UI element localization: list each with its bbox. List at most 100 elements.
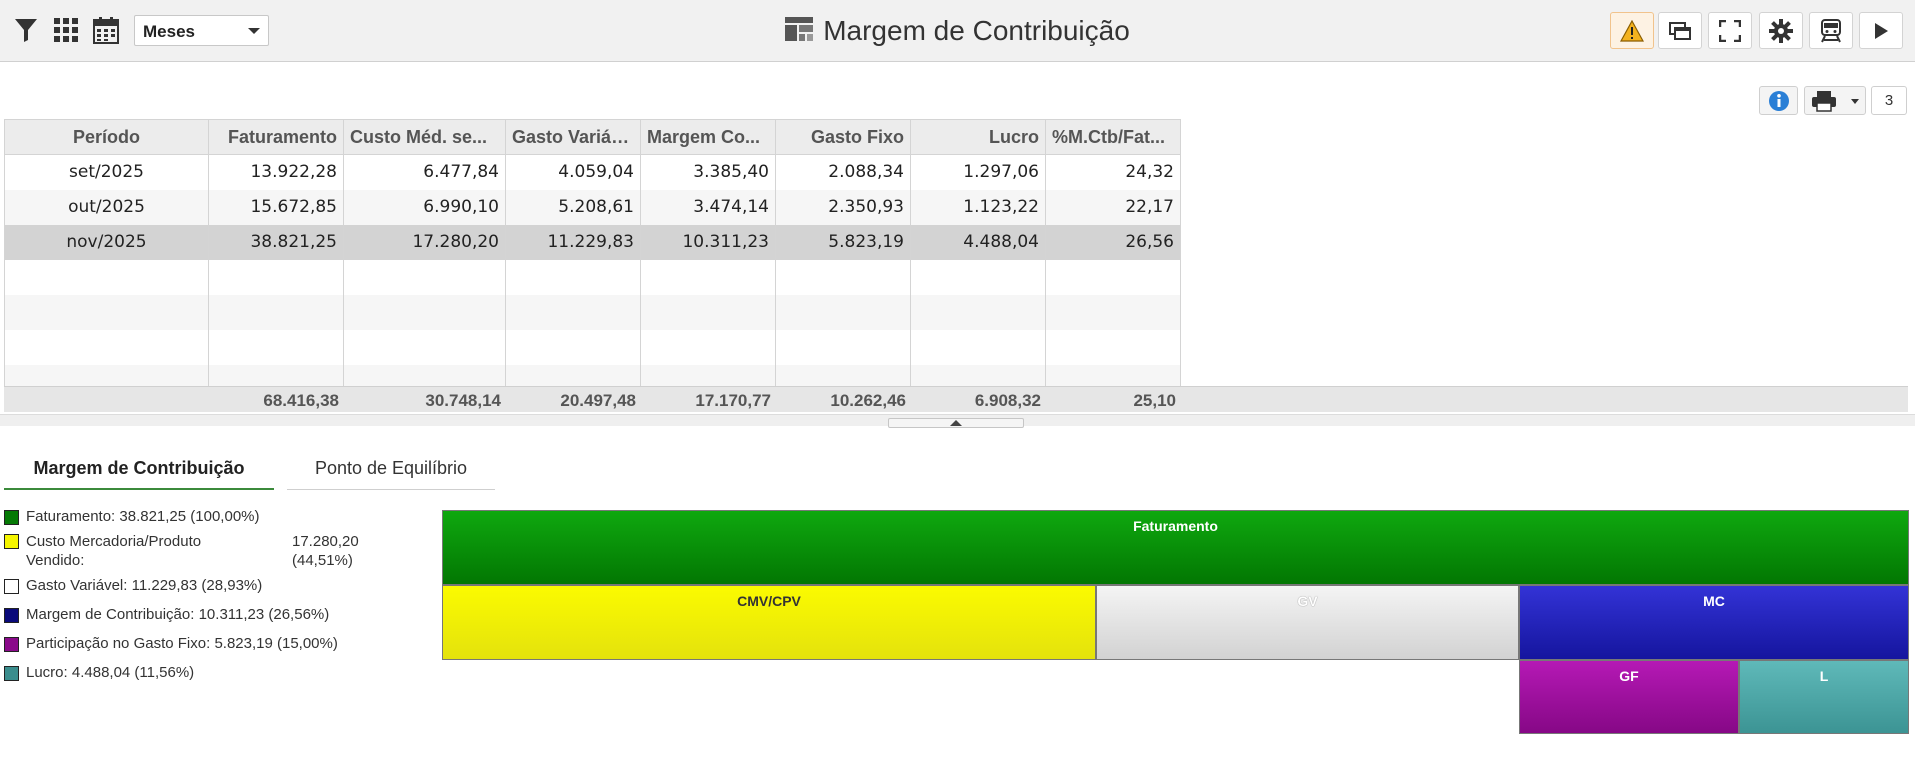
table-cell: 17.280,20	[343, 224, 506, 260]
legend-label: Participação no Gasto Fixo:	[26, 635, 211, 652]
table-cell: 4.059,04	[505, 154, 641, 190]
print-button[interactable]	[1804, 86, 1866, 115]
warning-icon	[1620, 19, 1644, 42]
legend-value: 17.280,20 (44,51%)	[292, 533, 359, 569]
table-cell: out/2025	[4, 189, 209, 225]
legend-swatch	[4, 608, 19, 623]
column-header[interactable]: Margem Co...	[640, 119, 776, 155]
table-cell: 22,17	[1045, 189, 1181, 225]
column-header[interactable]: %M.Ctb/Fat...	[1045, 119, 1181, 155]
report-icon	[785, 16, 814, 46]
calendar-icon[interactable]	[91, 14, 121, 46]
info-icon	[1768, 90, 1789, 111]
data-grid: Período Faturamento Custo Méd. se... Gas…	[4, 119, 1181, 387]
tab-ponto-de-equilibrio[interactable]: Ponto de Equilíbrio	[287, 448, 495, 490]
empty-row	[4, 259, 1181, 295]
column-header[interactable]: Lucro	[910, 119, 1046, 155]
windows-button[interactable]	[1658, 12, 1702, 49]
table-cell: 11.229,83	[505, 224, 641, 260]
chevron-down-icon	[248, 28, 260, 34]
table-cell: nov/2025	[4, 224, 209, 260]
column-header[interactable]: Gasto Fixo	[775, 119, 911, 155]
legend-value: 5.823,19 (15,00%)	[214, 635, 338, 652]
print-icon	[1812, 90, 1836, 112]
page-title: Margem de Contribuição	[823, 15, 1130, 46]
legend-item-gasto-fixo: Participação no Gasto Fixo: 5.823,19 (15…	[4, 635, 338, 652]
grid-icon[interactable]	[51, 14, 81, 46]
page-count-badge[interactable]: 3	[1871, 86, 1907, 115]
chevron-down-icon[interactable]	[1851, 99, 1859, 104]
legend-value: 11.229,83 (28,93%)	[131, 577, 263, 594]
empty-row	[4, 294, 1181, 330]
treemap-lucro[interactable]: L	[1739, 660, 1909, 734]
column-header[interactable]: Gasto Variável	[505, 119, 641, 155]
empty-row	[4, 329, 1181, 365]
table-cell: set/2025	[4, 154, 209, 190]
legend-label: Gasto Variável:	[26, 577, 128, 594]
table-cell: 24,32	[1045, 154, 1181, 190]
table-cell: 1.123,22	[910, 189, 1046, 225]
grid-header-row: Período Faturamento Custo Méd. se... Gas…	[4, 119, 1181, 155]
table-cell: 15.672,85	[208, 189, 344, 225]
legend-swatch	[4, 637, 19, 652]
column-header[interactable]: Custo Méd. se...	[343, 119, 506, 155]
legend-value: 4.488,04 (11,56%)	[71, 664, 195, 681]
table-row[interactable]: set/2025 13.922,28 6.477,84 4.059,04 3.3…	[4, 154, 1181, 190]
table-cell: 6.477,84	[343, 154, 506, 190]
table-cell: 5.208,61	[505, 189, 641, 225]
total-cell: 25,10	[1133, 391, 1176, 410]
table-row[interactable]: out/2025 15.672,85 6.990,10 5.208,61 3.4…	[4, 189, 1181, 225]
legend-value: 10.311,23 (26,56%)	[198, 606, 330, 623]
period-select[interactable]: Meses	[134, 15, 269, 46]
legend-item-faturamento: Faturamento: 38.821,25 (100,00%)	[4, 508, 260, 525]
filter-icon[interactable]	[11, 14, 41, 46]
legend-item-cmv: Custo Mercadoria/Produto Vendido: 17.280…	[4, 532, 374, 570]
table-cell: 6.990,10	[343, 189, 506, 225]
column-header[interactable]: Faturamento	[208, 119, 344, 155]
total-cell: 30.748,14	[425, 391, 501, 410]
gear-icon	[1769, 18, 1793, 43]
play-icon	[1875, 22, 1888, 39]
treemap-cmv[interactable]: CMV/CPV	[442, 585, 1096, 660]
totals-row: 68.416,38 30.748,14 20.497,48 17.170,77 …	[4, 386, 1908, 412]
treemap-mc[interactable]: MC	[1519, 585, 1909, 660]
column-header[interactable]: Período	[4, 119, 209, 155]
legend-label: Margem de Contribuição:	[26, 606, 195, 623]
table-cell: 26,56	[1045, 224, 1181, 260]
legend-item-lucro: Lucro: 4.488,04 (11,56%)	[4, 664, 194, 681]
table-cell: 3.385,40	[640, 154, 776, 190]
total-cell: 20.497,48	[560, 391, 636, 410]
legend-swatch	[4, 666, 19, 681]
table-cell: 38.821,25	[208, 224, 344, 260]
table-cell: 3.474,14	[640, 189, 776, 225]
warning-button[interactable]	[1610, 12, 1654, 49]
legend-label: Lucro:	[26, 664, 68, 681]
fullscreen-icon	[1719, 19, 1741, 42]
train-button[interactable]	[1809, 12, 1853, 49]
total-cell: 6.908,32	[974, 391, 1041, 410]
table-cell: 5.823,19	[775, 224, 911, 260]
table-cell: 10.311,23	[640, 224, 776, 260]
table-cell: 2.088,34	[775, 154, 911, 190]
splitter-handle[interactable]	[888, 418, 1024, 428]
legend-label: Custo Mercadoria/Produto Vendido:	[26, 533, 202, 569]
legend-item-margem: Margem de Contribuição: 10.311,23 (26,56…	[4, 606, 329, 623]
treemap-faturamento[interactable]: Faturamento	[442, 510, 1909, 585]
windows-icon	[1669, 21, 1691, 40]
table-row-selected[interactable]: nov/2025 38.821,25 17.280,20 11.229,83 1…	[4, 224, 1181, 260]
train-icon	[1821, 18, 1841, 42]
table-cell: 1.297,06	[910, 154, 1046, 190]
legend-value: 38.821,25 (100,00%)	[119, 508, 260, 525]
settings-button[interactable]	[1759, 12, 1803, 49]
info-button[interactable]	[1759, 86, 1798, 115]
treemap-gv[interactable]: GV	[1096, 585, 1519, 660]
play-button[interactable]	[1859, 12, 1903, 49]
total-cell: 68.416,38	[263, 391, 339, 410]
tab-margem-de-contribuicao[interactable]: Margem de Contribuição	[4, 448, 274, 490]
total-cell: 17.170,77	[695, 391, 771, 410]
legend-swatch	[4, 579, 19, 594]
fullscreen-button[interactable]	[1708, 12, 1752, 49]
period-select-value: Meses	[143, 22, 195, 41]
treemap-gf[interactable]: GF	[1519, 660, 1739, 734]
legend-swatch	[4, 534, 19, 549]
